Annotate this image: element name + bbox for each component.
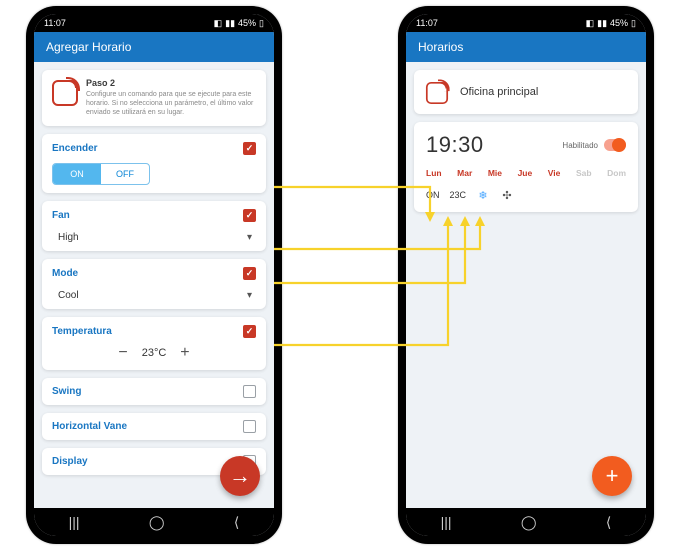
app-bar: Horarios: [406, 32, 646, 62]
nav-bar: ||| ◯ ⟨: [34, 508, 274, 536]
snowflake-icon: ❄: [476, 188, 490, 202]
temp-plus-button[interactable]: +: [180, 344, 189, 362]
schedule-time: 19:30: [426, 132, 484, 158]
power-off[interactable]: OFF: [101, 164, 149, 184]
location-card[interactable]: Oficina principal: [414, 70, 638, 114]
battery-text: 45%: [238, 18, 256, 28]
power-toggle[interactable]: ON OFF: [52, 163, 150, 185]
day-row: Lun Mar Mie Jue Vie Sab Dom: [426, 168, 626, 178]
param-temp: Temperatura − 23°C +: [42, 317, 266, 370]
battery-icon: ▯: [631, 18, 636, 29]
day-jue: Jue: [518, 168, 533, 178]
encender-label: Encender: [52, 143, 98, 154]
day-lun: Lun: [426, 168, 442, 178]
schedule-card[interactable]: 19:30 Habilitado Lun Mar Mie Jue Vie Sab: [414, 122, 638, 212]
intro-card: Paso 2 Configure un comando para que se …: [42, 70, 266, 126]
nav-recents[interactable]: |||: [441, 514, 452, 530]
camera-notch: [132, 14, 176, 28]
camera-notch: [504, 14, 548, 28]
schedule-summary: ON 23C ❄ ✣: [426, 188, 626, 202]
intro-title: Paso 2: [86, 78, 256, 89]
nav-home[interactable]: ◯: [521, 514, 537, 531]
arrow-right-icon: →: [229, 463, 251, 489]
day-mar: Mar: [457, 168, 472, 178]
summary-power: ON: [426, 190, 440, 200]
phone-right: 11:07 ◧ ▮▮ 45% ▯ Horarios Oficina princi…: [398, 6, 654, 544]
swing-checkbox[interactable]: [243, 385, 256, 398]
location-name: Oficina principal: [460, 86, 538, 98]
battery-text: 45%: [610, 18, 628, 28]
nav-back[interactable]: ⟨: [606, 514, 611, 531]
nav-home[interactable]: ◯: [149, 514, 165, 531]
day-sab: Sab: [576, 168, 592, 178]
signal-icon: ▮▮: [597, 18, 607, 29]
mode-value: Cool: [58, 290, 79, 301]
power-on[interactable]: ON: [53, 164, 101, 184]
day-vie: Vie: [548, 168, 561, 178]
wifi-icon: ◧: [586, 18, 595, 29]
plus-icon: +: [606, 463, 619, 489]
param-fan: Fan High ▾: [42, 201, 266, 251]
hvane-checkbox[interactable]: [243, 420, 256, 433]
signal-icon: ▮▮: [225, 18, 235, 29]
mode-checkbox[interactable]: [243, 267, 256, 280]
mode-label: Mode: [52, 268, 78, 279]
fan-select[interactable]: High ▾: [52, 228, 256, 243]
enabled-label: Habilitado: [562, 141, 598, 150]
temp-stepper: − 23°C +: [52, 344, 256, 362]
temp-value: 23°C: [142, 347, 167, 359]
broadlink-icon: [52, 80, 78, 106]
add-fab[interactable]: +: [592, 456, 632, 496]
encender-checkbox[interactable]: [243, 142, 256, 155]
chevron-down-icon: ▾: [247, 232, 252, 243]
fan-checkbox[interactable]: [243, 209, 256, 222]
param-mode: Mode Cool ▾: [42, 259, 266, 309]
wifi-icon: ◧: [214, 18, 223, 29]
nav-recents[interactable]: |||: [69, 514, 80, 530]
page-title: Horarios: [418, 40, 463, 54]
chevron-down-icon: ▾: [247, 290, 252, 301]
display-label: Display: [52, 456, 88, 467]
temp-minus-button[interactable]: −: [118, 344, 127, 362]
param-hvane: Horizontal Vane: [42, 413, 266, 440]
nav-back[interactable]: ⟨: [234, 514, 239, 531]
next-fab[interactable]: →: [220, 456, 260, 496]
swing-label: Swing: [52, 386, 81, 397]
fan-icon: ✣: [500, 188, 514, 202]
temp-checkbox[interactable]: [243, 325, 256, 338]
enabled-switch[interactable]: [604, 139, 626, 151]
summary-temp: 23C: [450, 190, 467, 200]
intro-body: Configure un comando para que se ejecute…: [86, 91, 256, 117]
phone-left: 11:07 ◧ ▮▮ 45% ▯ Agregar Horario Paso 2 …: [26, 6, 282, 544]
temp-label: Temperatura: [52, 326, 112, 337]
fan-label: Fan: [52, 210, 70, 221]
status-time: 11:07: [416, 18, 438, 28]
fan-value: High: [58, 232, 79, 243]
mode-select[interactable]: Cool ▾: [52, 286, 256, 301]
broadlink-icon: [426, 82, 448, 104]
param-encender: Encender ON OFF: [42, 134, 266, 193]
battery-icon: ▯: [259, 18, 264, 29]
day-mie: Mie: [488, 168, 502, 178]
app-bar: Agregar Horario: [34, 32, 274, 62]
nav-bar: ||| ◯ ⟨: [406, 508, 646, 536]
page-title: Agregar Horario: [46, 40, 131, 54]
hvane-label: Horizontal Vane: [52, 421, 127, 432]
day-dom: Dom: [607, 168, 626, 178]
status-time: 11:07: [44, 18, 66, 28]
param-swing: Swing: [42, 378, 266, 405]
